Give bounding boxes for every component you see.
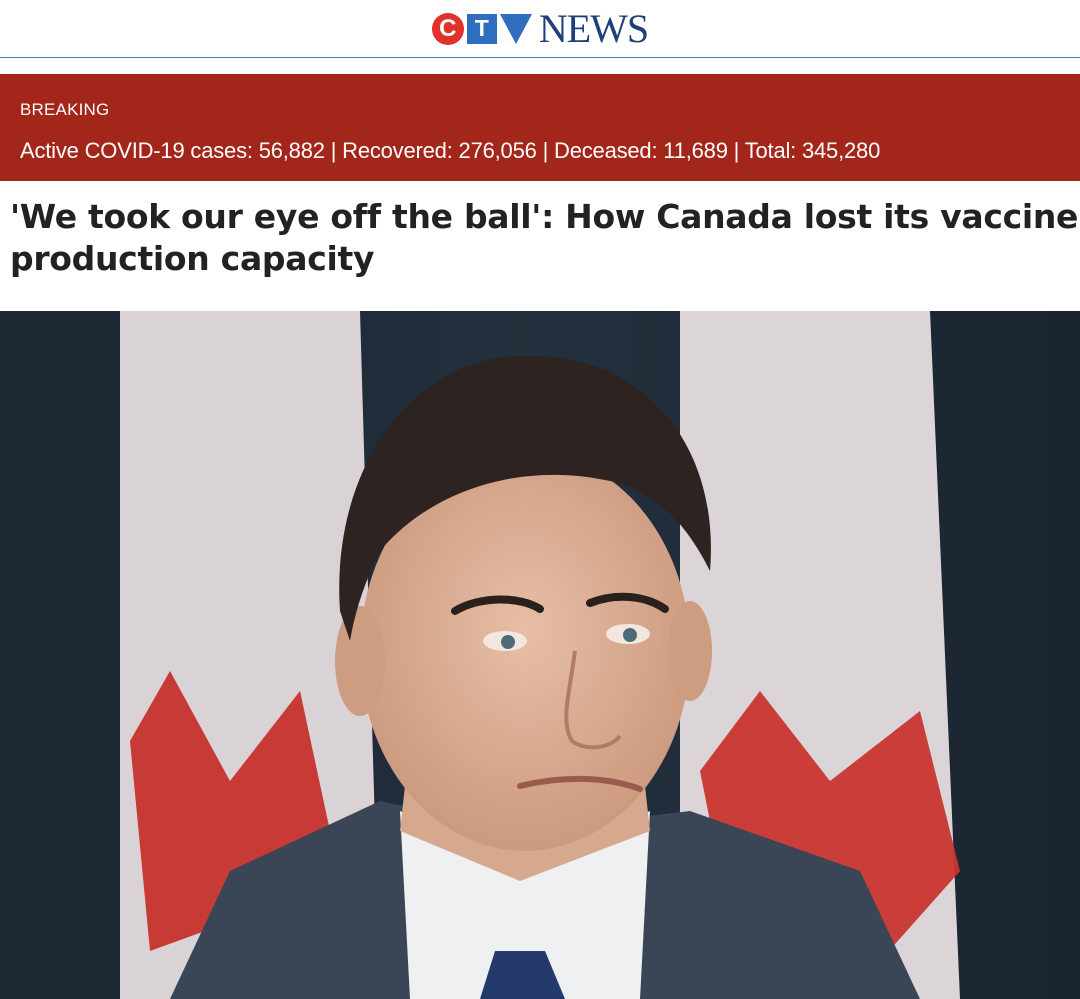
hero-image[interactable]	[0, 311, 1080, 999]
breaking-label: BREAKING	[20, 100, 110, 119]
hero-photo-illustration	[0, 311, 1080, 999]
headline-line-2: production capacity	[10, 239, 375, 278]
headline-line-1: 'We took our eye off the ball': How Cana…	[10, 197, 1079, 236]
logo-c-circle: C	[431, 12, 464, 45]
breaking-news-banner[interactable]: BREAKING Active COVID-19 cases: 56,882 |…	[0, 74, 1080, 181]
site-header: C T NEWS	[0, 0, 1080, 58]
logo-wordmark: NEWS	[538, 5, 649, 51]
article-headline[interactable]: 'We took our eye off the ball': How Cana…	[10, 196, 1080, 280]
ctv-news-logo[interactable]: C T NEWS	[431, 5, 649, 51]
covid-stats-ticker[interactable]: Active COVID-19 cases: 56,882 | Recovere…	[20, 138, 880, 164]
logo-v-triangle	[499, 13, 532, 44]
logo-t-square: T	[466, 13, 497, 44]
